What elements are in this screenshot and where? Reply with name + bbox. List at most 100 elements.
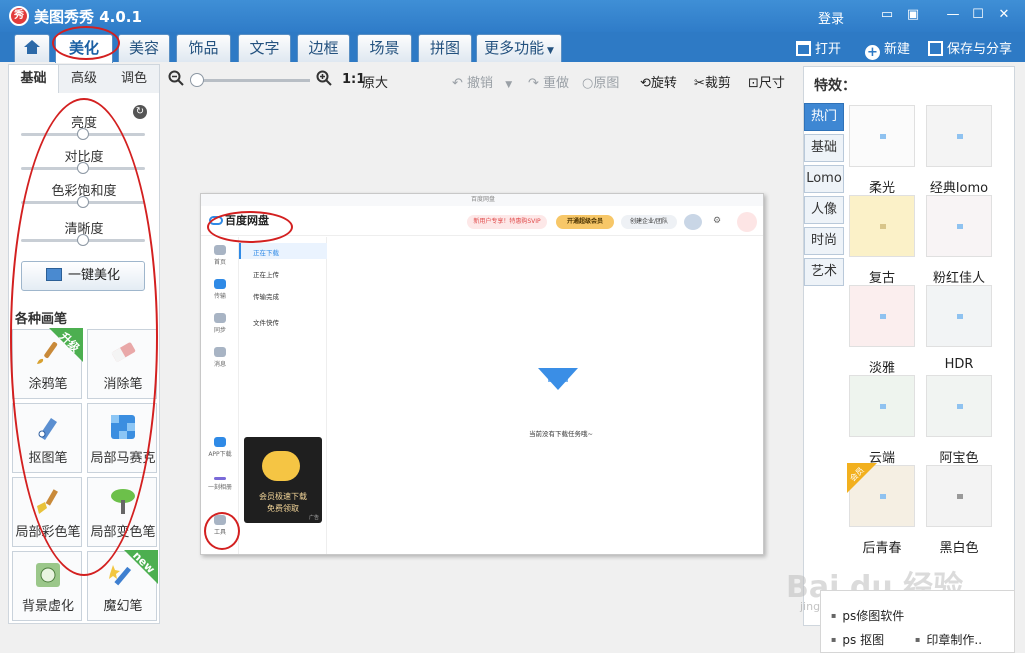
effect-soft-light[interactable]: 柔光: [849, 105, 915, 196]
background-blur-label: 背景虚化: [21, 599, 74, 614]
new-label: 新建: [884, 42, 911, 57]
save-share-button[interactable]: 保存与分享: [928, 38, 1012, 57]
tab-more[interactable]: 更多功能 ▼: [476, 34, 562, 62]
original-size-button[interactable]: 原大: [362, 72, 388, 91]
effect-pink-lady-label: 粉红佳人: [932, 271, 985, 286]
effect-post-youth-label: 后青春: [862, 541, 902, 556]
magic-brush-label: 魔幻笔: [103, 599, 143, 614]
login-link[interactable]: 登录: [818, 8, 844, 27]
tab-border[interactable]: 边框: [297, 34, 350, 62]
cutout-brush-button[interactable]: 抠图笔: [12, 403, 82, 473]
doodle-brush-button[interactable]: 升级 涂鸦笔: [12, 328, 83, 399]
zoom-slider[interactable]: [192, 79, 310, 82]
minimize-icon[interactable]: —: [945, 7, 961, 23]
photo-side-home: 首页: [201, 245, 239, 266]
category-basic[interactable]: 基础: [804, 134, 844, 162]
related-link-1[interactable]: ps修图软件: [831, 607, 904, 624]
chevron-down-icon: ▼: [544, 46, 554, 56]
recolor-icon: [111, 489, 135, 514]
local-recolor-brush-button[interactable]: 局部变色笔: [87, 477, 157, 547]
crop-button[interactable]: ✂裁剪: [694, 72, 731, 91]
tab-text[interactable]: 文字: [238, 34, 291, 62]
zoom-in-icon[interactable]: [316, 70, 332, 90]
brightness-slider[interactable]: [21, 128, 145, 140]
photo-side-sync: 同步: [201, 313, 239, 334]
close-icon[interactable]: ✕: [996, 7, 1012, 23]
subtab-color[interactable]: 调色: [109, 65, 159, 93]
effects-title: 特效：: [814, 78, 856, 94]
effect-black-white[interactable]: 黑白色: [926, 465, 992, 556]
effect-classic-lomo[interactable]: 经典lomo: [926, 105, 992, 196]
undo-dropdown-icon: ▼: [505, 80, 513, 90]
eraser-brush-button[interactable]: 消除笔: [87, 329, 157, 399]
undo-button[interactable]: ↶ 撤销 ▼: [452, 72, 512, 91]
related-link-2[interactable]: ps 抠图: [831, 631, 884, 648]
zoom-knob[interactable]: [190, 73, 204, 87]
redo-button[interactable]: ↷ 重做: [528, 72, 569, 91]
photo-sidebar: 首页 传输 同步 消息 APP下载 一刻相册 工具: [201, 237, 239, 554]
effect-elegant-label: 淡雅: [868, 361, 895, 376]
effect-elegant[interactable]: 淡雅: [849, 285, 915, 376]
one-key-beautify-button[interactable]: 一键美化: [21, 261, 145, 291]
background-blur-button[interactable]: 背景虚化: [12, 551, 82, 621]
photo-li-downloading: 正在下载: [253, 249, 279, 257]
photo-header: 百度网盘 新用户专享！特惠购SVIP 开通超级会员 创建企业/团队 ⚙: [201, 206, 763, 236]
message-icon[interactable]: ▭: [879, 7, 895, 23]
effect-pink-lady[interactable]: 粉红佳人: [926, 195, 992, 286]
app-logo-icon: 秀: [9, 6, 29, 26]
eraser-icon: [111, 342, 136, 363]
effect-cloud[interactable]: 云端: [849, 375, 915, 466]
effect-abao[interactable]: 阿宝色: [926, 375, 992, 466]
tab-scene[interactable]: 场景: [357, 34, 412, 62]
photo-ad-tag: 广告: [308, 515, 319, 521]
category-fashion[interactable]: 时尚: [804, 227, 844, 255]
contrast-slider[interactable]: [21, 162, 145, 174]
subtab-advanced[interactable]: 高级: [59, 65, 109, 93]
category-art[interactable]: 艺术: [804, 258, 844, 286]
cloud-logo-icon: [209, 216, 223, 225]
tab-beautify[interactable]: 美化: [55, 34, 113, 63]
contrast-knob[interactable]: [77, 162, 89, 174]
magic-brush-button[interactable]: new 魔幻笔: [87, 549, 158, 621]
photo-vip-button: 开通超级会员: [556, 215, 614, 229]
saturation-knob[interactable]: [77, 196, 89, 208]
related-links-popup: ps修图软件 ps 抠图 印章制作..: [820, 590, 1015, 653]
sharpness-slider[interactable]: [21, 234, 145, 246]
rotate-button[interactable]: ⟲旋转: [640, 72, 677, 91]
maximize-icon[interactable]: ☐: [970, 7, 986, 23]
open-button[interactable]: 打开: [796, 38, 841, 57]
cutout-brush-label: 抠图笔: [28, 451, 68, 466]
effect-post-youth[interactable]: 会员 后青春: [847, 463, 915, 556]
subtab-basic[interactable]: 基础: [9, 65, 59, 93]
local-recolor-brush-label: 局部变色笔: [90, 525, 156, 540]
redo-label: 重做: [543, 76, 570, 91]
tab-more-label: 更多功能: [484, 39, 545, 57]
tab-collage[interactable]: 拼图: [418, 34, 472, 62]
tab-face[interactable]: 美容: [118, 34, 170, 62]
category-portrait[interactable]: 人像: [804, 196, 844, 224]
brightness-knob[interactable]: [77, 128, 89, 140]
size-label: 尺寸: [758, 76, 785, 91]
zoom-out-icon[interactable]: [168, 70, 184, 90]
size-button[interactable]: ⊡尺寸: [748, 72, 785, 91]
effect-vintage[interactable]: 复古: [849, 195, 915, 286]
redo-icon: ↷: [528, 76, 539, 91]
saturation-slider[interactable]: [21, 196, 145, 208]
home-tab[interactable]: [14, 34, 50, 62]
menu-icon[interactable]: ▣: [905, 7, 921, 23]
new-button[interactable]: + 新建: [865, 38, 910, 60]
effect-vintage-label: 复古: [868, 271, 895, 286]
category-hot[interactable]: 热门: [804, 103, 844, 131]
effect-black-white-label: 黑白色: [939, 541, 979, 556]
effect-hdr[interactable]: HDR: [926, 285, 992, 375]
edited-photo[interactable]: 百度网盘 百度网盘 新用户专享！特惠购SVIP 开通超级会员 创建企业/团队 ⚙…: [200, 193, 764, 555]
local-color-brush-button[interactable]: 局部彩色笔: [12, 477, 82, 547]
category-lomo[interactable]: Lomo: [804, 165, 844, 193]
photo-li-completed: 传输完成: [253, 293, 279, 301]
mosaic-brush-button[interactable]: 局部马赛克: [87, 403, 157, 473]
tab-decor[interactable]: 饰品: [176, 34, 231, 62]
original-image-button[interactable]: ○原图: [582, 72, 619, 91]
sharpness-knob[interactable]: [77, 234, 89, 246]
related-link-3[interactable]: 印章制作..: [915, 631, 982, 648]
rotate-label: 旋转: [650, 76, 677, 91]
